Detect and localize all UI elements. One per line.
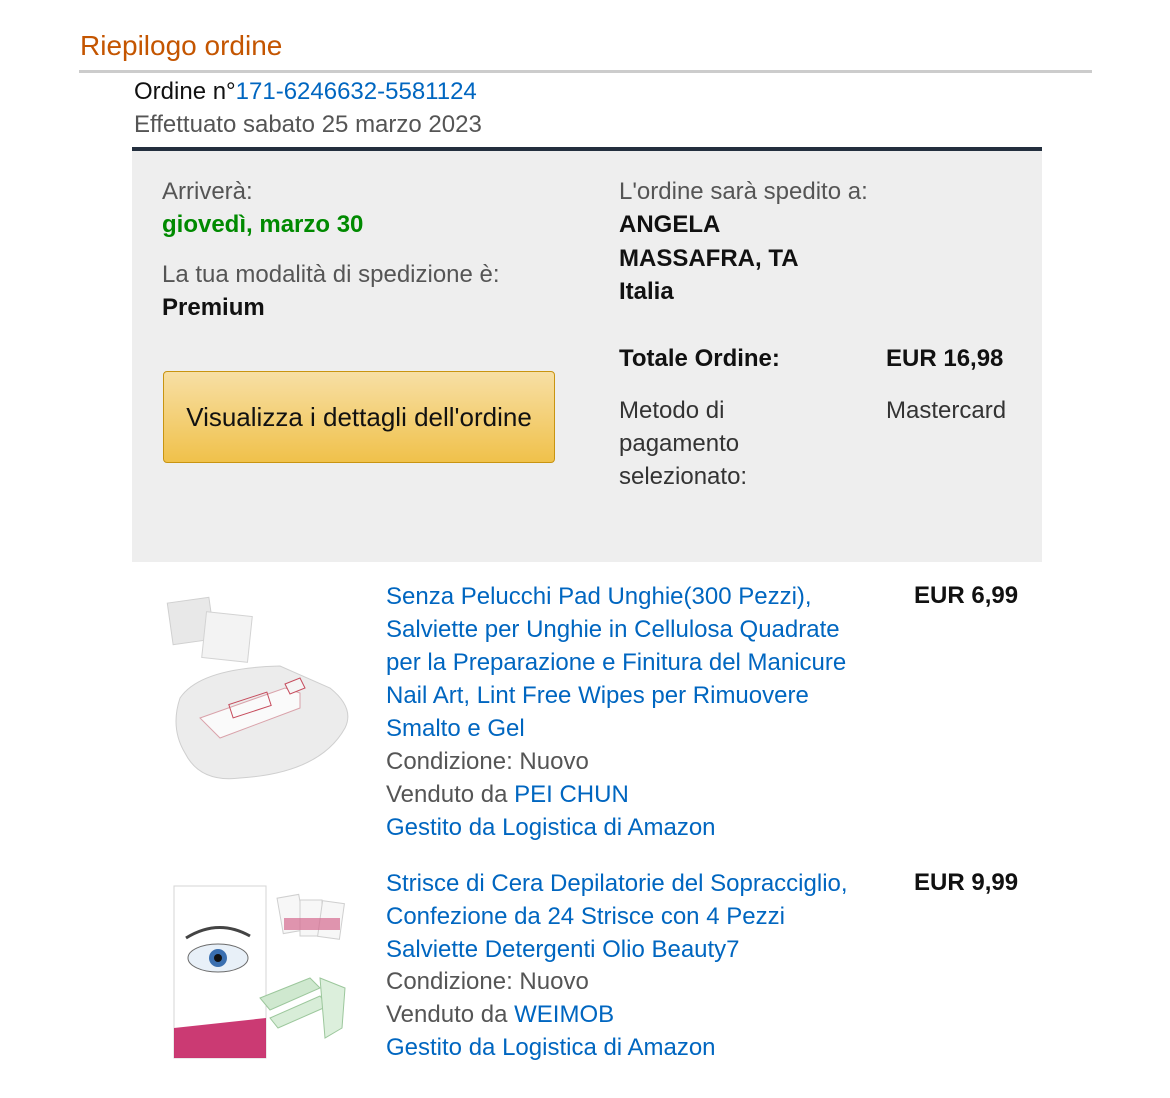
ship-to-city: MASSAFRA, TA — [619, 245, 799, 272]
fulfilled-by-link[interactable]: Gestito da Logistica di Amazon — [386, 1034, 716, 1062]
ship-to-label: L'ordine sarà spedito a: — [619, 178, 868, 205]
title-line: Nail Art, Lint Free Wipes per Rimuovere — [386, 682, 809, 709]
shipping-mode-label: La tua modalità di spedizione è: — [162, 261, 500, 288]
title-line: Confezione da 24 Strisce con 4 Pezzi — [386, 903, 785, 930]
view-order-details-button[interactable]: Visualizza i dettagli dell'ordine — [163, 371, 555, 463]
nail-pads-picture — [166, 596, 349, 780]
title-line: per la Preparazione e Finitura del Manic… — [386, 649, 847, 676]
page-title: Riepilogo ordine — [80, 30, 283, 61]
item-condition: Condizione: Nuovo — [386, 968, 589, 995]
product-image-wax-strips[interactable] — [160, 878, 360, 1068]
product-title-nail-pads[interactable]: Senza Pelucchi Pad Unghie(300 Pezzi), Sa… — [386, 580, 896, 745]
item-condition: Condizione: Nuovo — [386, 748, 589, 775]
title-line: Strisce di Cera Depilatorie del Sopracci… — [386, 870, 848, 897]
order-summary-box: Arriverà: giovedì, marzo 30 La tua modal… — [132, 147, 1042, 562]
order-prefix: Ordine n° — [134, 78, 236, 105]
order-number-link[interactable]: 171-6246632-5581124 — [236, 78, 477, 105]
sold-by-label: Venduto da — [386, 1001, 515, 1028]
item-price: EUR 9,99 — [914, 869, 1019, 896]
item-seller-line: Venduto da WEIMOB — [386, 1001, 614, 1029]
item-seller-line: Venduto da PEI CHUN — [386, 781, 629, 809]
product-image-nail-pads[interactable] — [160, 588, 360, 788]
fulfilled-by-link[interactable]: Gestito da Logistica di Amazon — [386, 814, 716, 842]
shipping-mode: Premium — [162, 294, 265, 321]
title-line: Salviette per Unghie in Cellulosa Quadra… — [386, 616, 840, 643]
payment-method-label: Metodo di pagamento selezionato: — [619, 397, 748, 490]
arrival-date: giovedì, marzo 30 — [162, 211, 364, 238]
sold-by-label: Venduto da — [386, 781, 515, 808]
title-line: Smalto e Gel — [386, 715, 525, 742]
payment-method-value: Mastercard — [886, 397, 1007, 424]
order-number-line: Ordine n°171-6246632-5581124 — [134, 78, 477, 106]
product-title-wax-strips[interactable]: Strisce di Cera Depilatorie del Sopracci… — [386, 867, 896, 966]
title-line: Salviette Detergenti Olio Beauty7 — [386, 936, 740, 963]
title-divider — [79, 70, 1092, 73]
item-price: EUR 6,99 — [914, 582, 1019, 609]
order-placed-date: Effettuato sabato 25 marzo 2023 — [134, 111, 482, 138]
seller-link[interactable]: WEIMOB — [514, 1001, 614, 1028]
ship-to-name: ANGELA — [619, 211, 721, 238]
ship-to-country: Italia — [619, 278, 674, 305]
wax-strips-picture — [173, 885, 346, 1059]
arrival-label: Arriverà: — [162, 178, 253, 205]
title-line: Senza Pelucchi Pad Unghie(300 Pezzi), — [386, 583, 812, 610]
seller-link[interactable]: PEI CHUN — [514, 781, 629, 808]
order-total-value: EUR 16,98 — [886, 345, 1004, 372]
order-total-label: Totale Ordine: — [619, 345, 780, 372]
